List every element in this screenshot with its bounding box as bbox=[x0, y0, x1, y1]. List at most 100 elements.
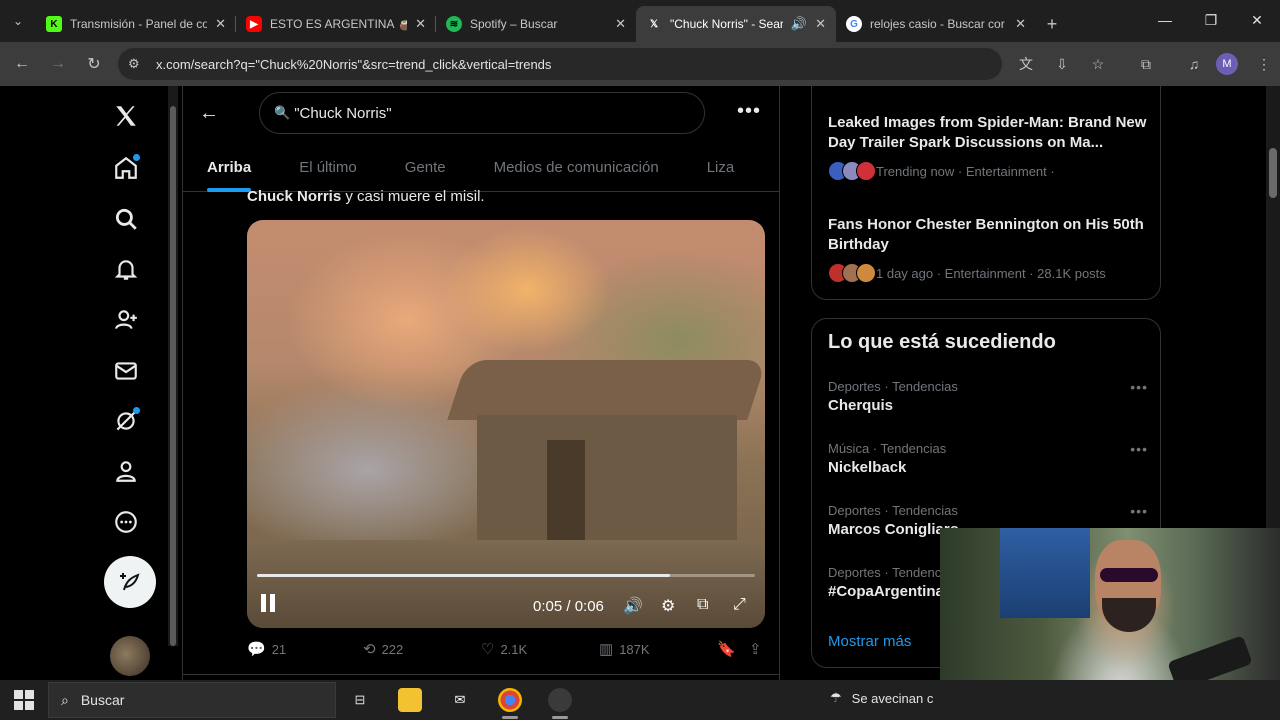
profile-person-icon[interactable] bbox=[106, 451, 146, 491]
profile-avatar[interactable]: M bbox=[1216, 53, 1238, 75]
back-icon[interactable]: ← bbox=[4, 46, 40, 82]
tab-title: Spotify – Buscar bbox=[470, 17, 558, 31]
browser-tab-0[interactable]: K Transmisión - Panel de co ✕ bbox=[36, 6, 236, 42]
trend-more-icon[interactable]: ••• bbox=[1130, 379, 1148, 395]
tab-lists[interactable]: Liza bbox=[683, 142, 759, 192]
close-icon[interactable]: ✕ bbox=[415, 16, 426, 32]
weather-text: Se avecinan c bbox=[851, 690, 934, 706]
news-card: Leaked Images from Spider-Man: Brand New… bbox=[811, 86, 1161, 300]
video-progress-bar[interactable] bbox=[257, 574, 755, 577]
translate-icon[interactable]: 文 bbox=[1010, 48, 1042, 80]
repost-button[interactable]: ⟲ 222 bbox=[363, 640, 403, 658]
show-more-link[interactable]: Mostrar más bbox=[828, 633, 911, 650]
new-tab-button[interactable]: + bbox=[1036, 6, 1068, 42]
trend-item[interactable]: Música · Tendencias Nickelback ••• bbox=[828, 441, 1148, 476]
pause-icon[interactable] bbox=[261, 594, 281, 618]
restore-icon[interactable]: ❐ bbox=[1188, 0, 1234, 40]
tab-latest[interactable]: El último bbox=[275, 142, 381, 192]
site-settings-icon[interactable]: ⚙ bbox=[128, 56, 156, 72]
media-control-icon[interactable]: ♫ bbox=[1178, 48, 1210, 80]
post-video[interactable]: 0:05 / 0:06 🔊 ⚙ ⧉ ⤢ bbox=[247, 220, 765, 628]
home-icon[interactable] bbox=[106, 148, 146, 188]
explore-search-icon[interactable] bbox=[106, 199, 146, 239]
news-item[interactable]: Fans Honor Chester Bennington on His 50t… bbox=[828, 215, 1148, 283]
whats-happening-title: Lo que está sucediendo bbox=[828, 331, 1056, 353]
x-logo-icon[interactable] bbox=[106, 96, 146, 136]
tab-people[interactable]: Gente bbox=[381, 142, 470, 192]
trend-more-icon[interactable]: ••• bbox=[1130, 503, 1148, 519]
more-dots-icon[interactable]: ••• bbox=[737, 100, 761, 123]
trend-item[interactable]: Deportes · Tendencias Cherquis ••• bbox=[828, 379, 1148, 414]
url-bar[interactable]: ⚙ x.com/search?q="Chuck%20Norris"&src=tr… bbox=[118, 48, 1002, 80]
pip-icon[interactable]: ⧉ bbox=[697, 596, 708, 614]
tab-title: relojes casio - Buscar cor bbox=[870, 17, 1005, 31]
share-icon: ⇪ bbox=[749, 641, 762, 658]
speaker-icon[interactable]: 🔊 bbox=[791, 16, 807, 32]
left-scrollbar[interactable] bbox=[168, 86, 178, 646]
obs-icon[interactable] bbox=[548, 688, 572, 712]
follow-people-icon[interactable] bbox=[106, 300, 146, 340]
minimize-icon[interactable]: — bbox=[1142, 0, 1188, 40]
search-results-column: ← 🔍 "Chuck Norris" ••• Arriba El último … bbox=[182, 86, 780, 680]
browser-tab-3[interactable]: 𝕏 "Chuck Norris" - Sear 🔊 ✕ bbox=[636, 6, 836, 42]
like-button[interactable]: ♡ 2.1K bbox=[481, 640, 527, 658]
tab-title: Transmisión - Panel de co bbox=[70, 17, 208, 31]
windows-taskbar: ⌕ Buscar ⊟ ✉ ☂ Se avecinan c bbox=[0, 680, 1280, 720]
tab-search-icon[interactable]: ⌄ bbox=[0, 0, 36, 42]
bookmark-star-icon[interactable]: ☆ bbox=[1082, 48, 1114, 80]
back-arrow-icon[interactable]: ← bbox=[199, 102, 219, 125]
search-icon: ⌕ bbox=[61, 691, 69, 708]
browser-tab-4[interactable]: G relojes casio - Buscar cor ✕ bbox=[836, 6, 1036, 42]
close-icon[interactable]: ✕ bbox=[815, 16, 826, 32]
bookmark-button[interactable]: 🔖 bbox=[717, 640, 736, 658]
reply-button[interactable]: 💬 21 bbox=[247, 640, 286, 658]
app-icon[interactable]: ✉ bbox=[448, 688, 472, 712]
browser-menu-icon[interactable]: ⋮ bbox=[1248, 48, 1280, 80]
youtube-icon: ▶ bbox=[246, 16, 262, 32]
news-headline: Fans Honor Chester Bennington on His 50t… bbox=[828, 216, 1144, 253]
install-icon[interactable]: ⇩ bbox=[1046, 48, 1078, 80]
more-options-icon[interactable] bbox=[106, 502, 146, 542]
weather-widget[interactable]: ☂ Se avecinan c bbox=[830, 690, 933, 706]
account-avatar[interactable] bbox=[110, 636, 150, 676]
browser-tab-2[interactable]: ≋ Spotify – Buscar ✕ bbox=[436, 6, 636, 42]
close-icon[interactable]: ✕ bbox=[615, 16, 626, 32]
notifications-bell-icon[interactable] bbox=[106, 250, 146, 290]
tab-top[interactable]: Arriba bbox=[183, 142, 275, 192]
post-actions: 💬 21 ⟲ 222 ♡ 2.1K ▥ 187K 🔖 ⇪ bbox=[247, 638, 767, 662]
search-tabs: Arriba El último Gente Medios de comunic… bbox=[183, 142, 779, 192]
task-view-icon[interactable]: ⊟ bbox=[348, 688, 372, 712]
search-input[interactable]: 🔍 "Chuck Norris" bbox=[259, 92, 705, 134]
google-icon: G bbox=[846, 16, 862, 32]
views-button[interactable]: ▥ 187K bbox=[599, 640, 650, 658]
messages-mail-icon[interactable] bbox=[106, 351, 146, 391]
browser-tab-1[interactable]: ▶ ESTO ES ARGENTINA 🧉🧉 ✕ bbox=[236, 6, 436, 42]
windows-start-icon[interactable] bbox=[14, 690, 34, 710]
settings-gear-icon[interactable]: ⚙ bbox=[661, 596, 675, 616]
post-text-bold[interactable]: Chuck Norris bbox=[247, 188, 341, 205]
close-window-icon[interactable]: ✕ bbox=[1234, 0, 1280, 40]
close-icon[interactable]: ✕ bbox=[1015, 16, 1026, 32]
extensions-icon[interactable]: ⧉ bbox=[1130, 48, 1162, 80]
file-explorer-icon[interactable] bbox=[398, 688, 422, 712]
chrome-icon[interactable] bbox=[498, 688, 522, 712]
video-controls: 0:05 / 0:06 🔊 ⚙ ⧉ ⤢ bbox=[247, 586, 765, 628]
search-icon: 🔍 bbox=[274, 105, 291, 120]
forward-icon[interactable]: → bbox=[40, 46, 76, 82]
news-item[interactable]: Leaked Images from Spider-Man: Brand New… bbox=[828, 113, 1148, 181]
post-text: Chuck Norris y casi muere el misil. bbox=[247, 188, 485, 205]
kick-icon: K bbox=[46, 16, 62, 32]
grok-icon[interactable] bbox=[106, 401, 146, 441]
close-icon[interactable]: ✕ bbox=[215, 16, 226, 32]
share-button[interactable]: ⇪ bbox=[749, 640, 762, 658]
taskbar-search-box[interactable]: ⌕ Buscar bbox=[48, 682, 336, 718]
trend-more-icon[interactable]: ••• bbox=[1130, 441, 1148, 457]
compose-post-button[interactable] bbox=[104, 556, 156, 608]
video-time: 0:05 / 0:06 bbox=[533, 598, 604, 615]
fullscreen-icon[interactable]: ⤢ bbox=[733, 596, 746, 614]
x-icon: 𝕏 bbox=[649, 18, 659, 30]
volume-icon[interactable]: 🔊 bbox=[623, 596, 643, 616]
reload-icon[interactable]: ↻ bbox=[76, 46, 112, 82]
tab-media[interactable]: Medios de comunicación bbox=[470, 142, 683, 192]
news-headline: Leaked Images from Spider-Man: Brand New… bbox=[828, 114, 1147, 151]
